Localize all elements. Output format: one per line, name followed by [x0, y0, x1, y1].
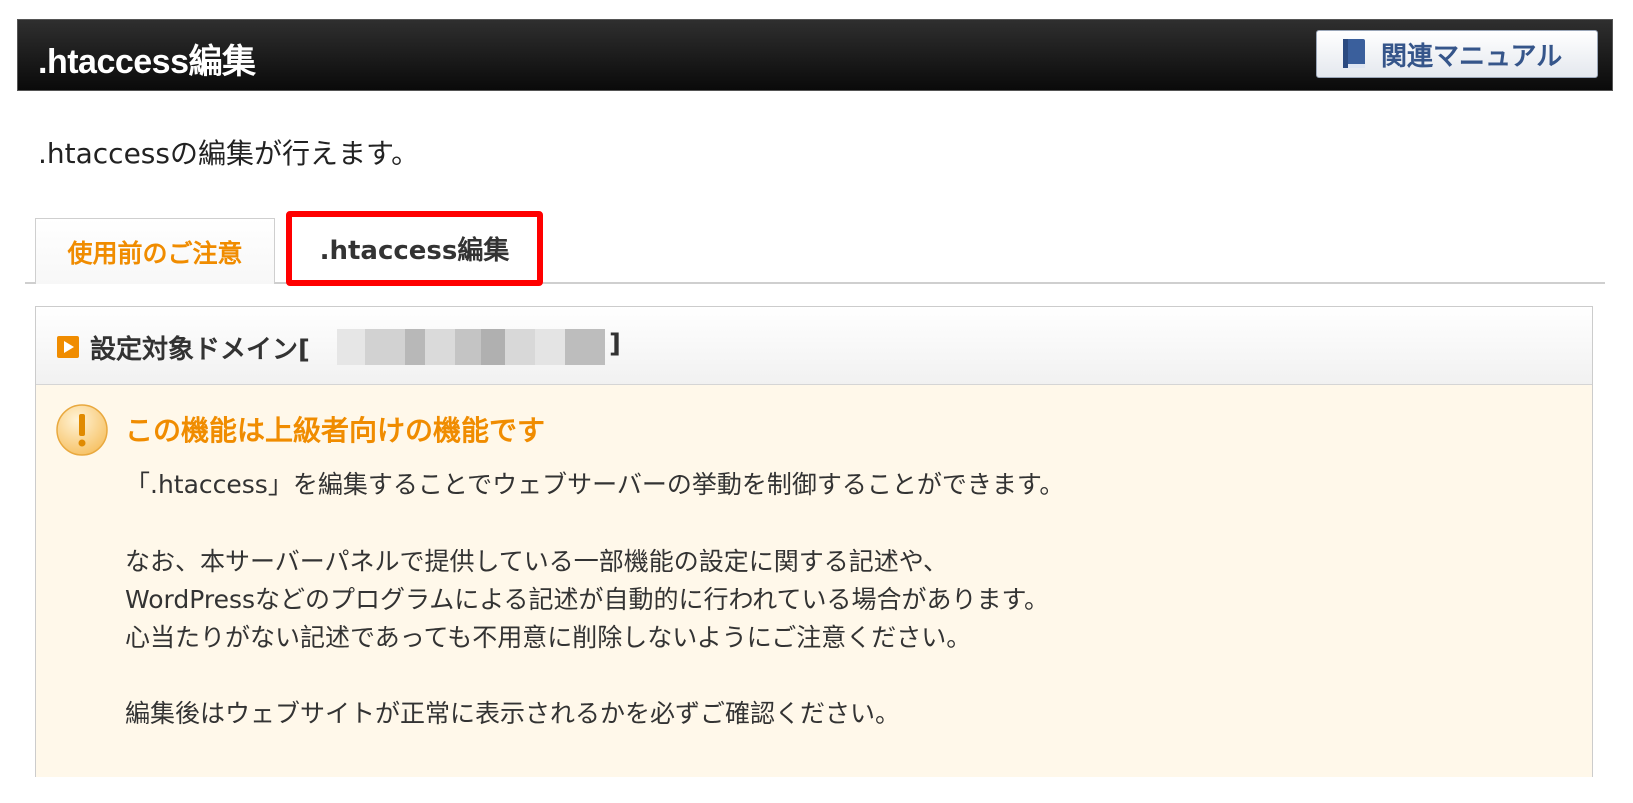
- notice-title: この機能は上級者向けの機能です: [125, 414, 546, 447]
- play-icon: [57, 336, 79, 358]
- page-header: .htaccess編集 関連マニュアル: [17, 19, 1613, 91]
- notice-line: 「.htaccess」を編集することでウェブサーバーの挙動を制御することができま…: [125, 470, 1065, 499]
- settings-panel: 設定対象ドメイン[ ] この機能は上級者向けの機能です 「.htaccess」を…: [35, 306, 1593, 777]
- advanced-feature-notice: この機能は上級者向けの機能です 「.htaccess」を編集することでウェブサー…: [36, 385, 1592, 777]
- book-icon: [1341, 38, 1367, 70]
- warning-icon: [55, 403, 109, 457]
- redacted-domain-mosaic: [337, 329, 605, 365]
- intro-text: .htaccessの編集が行えます。: [38, 137, 420, 170]
- target-domain-label: 設定対象ドメイン[: [90, 335, 310, 365]
- related-manual-button[interactable]: 関連マニュアル: [1316, 30, 1598, 78]
- tab-usage-notes-label: 使用前のご注意: [67, 238, 243, 268]
- notice-line: 心当たりがない記述であっても不用意に削除しないようにご注意ください。: [125, 623, 972, 652]
- notice-line: 編集後はウェブサイトが正常に表示されるかを必ずご確認ください。: [125, 699, 901, 728]
- tab-usage-notes[interactable]: 使用前のご注意: [35, 218, 275, 284]
- page-title: .htaccess編集: [38, 43, 256, 81]
- tab-htaccess-edit-label: .htaccess編集: [319, 236, 510, 266]
- notice-line: WordPressなどのプログラムによる記述が自動的に行われている場合があります…: [125, 585, 1050, 614]
- tab-htaccess-edit[interactable]: .htaccess編集: [286, 211, 543, 286]
- target-domain-close-bracket: ]: [609, 329, 621, 359]
- notice-line: なお、本サーバーパネルで提供している一部機能の設定に関する記述や、: [125, 547, 949, 576]
- related-manual-label: 関連マニュアル: [1381, 41, 1563, 72]
- target-domain-bar: 設定対象ドメイン[ ]: [36, 307, 1592, 385]
